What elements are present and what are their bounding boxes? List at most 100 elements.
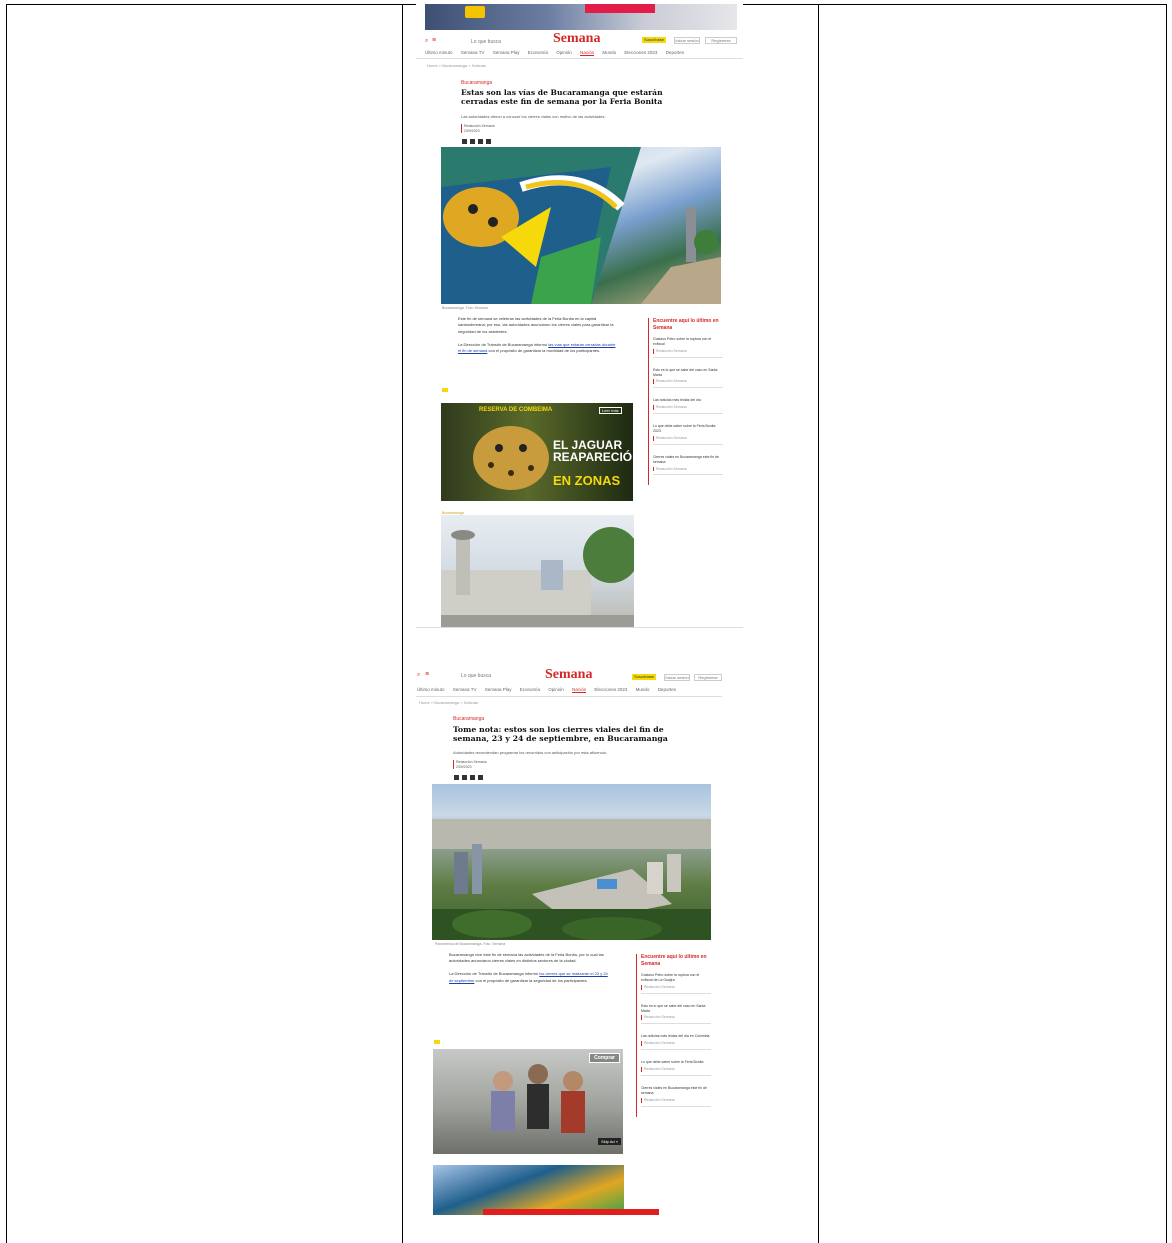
menu-item[interactable]: Economía: [528, 50, 548, 55]
menu-item[interactable]: Último minuto: [425, 50, 453, 55]
latest-news-sidebar: Encuentre aquí lo último en Semana Gusta…: [648, 318, 723, 486]
menu-item[interactable]: Nación: [572, 687, 587, 693]
menu-item[interactable]: Semana Play: [485, 687, 512, 692]
menu-item[interactable]: Mundo: [636, 687, 650, 692]
share-bar: [462, 139, 491, 144]
promo-headline: EL JAGUAR REAPARECIÓ: [553, 438, 633, 464]
promo-more-button[interactable]: Leer más: [599, 407, 622, 414]
video-frame-icon: [491, 1064, 585, 1133]
article-headline: Estas son las vías de Bucaramanga que es…: [461, 88, 663, 106]
promo-subheadline: EN ZONAS: [553, 473, 621, 488]
photo-caption: Bucaramanga. Foto: Semana: [442, 306, 488, 310]
column-divider-1: [402, 4, 403, 1243]
register-button[interactable]: Regístrese: [705, 37, 737, 44]
article-body: Este fin de semana se celebran las activ…: [458, 316, 616, 353]
menu-item[interactable]: Mundo: [602, 50, 616, 55]
next-article-photo[interactable]: [433, 1165, 624, 1215]
whatsapp-icon[interactable]: [470, 775, 475, 780]
jaguar-promo-image[interactable]: RESERVA DE COMBEIMA EL JAGUAR REAPARECIÓ…: [441, 403, 633, 501]
article-body: Bucaramanga vive este fin de semana las …: [449, 952, 608, 983]
sidebar-title: Encuentre aquí lo último en Semana: [641, 954, 707, 967]
site-logo[interactable]: Semana: [553, 31, 600, 47]
link-icon[interactable]: [478, 775, 483, 780]
latest-news-sidebar: Encuentre aquí lo último en Semana Gusta…: [636, 954, 711, 1117]
sidebar-title: Encuentre aquí lo último en Semana: [653, 318, 719, 331]
menu-item[interactable]: Deportes: [666, 50, 684, 55]
author-block: Redacción Semana 23/9/2023: [453, 760, 487, 770]
subscribe-button[interactable]: Suscríbase: [642, 37, 666, 43]
video-ad-player[interactable]: Comprar Skip Ad »: [433, 1049, 623, 1154]
ad-tag-icon: [442, 388, 448, 392]
city-aerial-icon: [432, 819, 711, 940]
bottom-sticky-bar[interactable]: [483, 1209, 659, 1215]
top-ad-banner[interactable]: [425, 4, 737, 30]
sidebar-item[interactable]: Esto es lo que se sabe del caso en Santa…: [641, 1004, 711, 1025]
breadcrumb[interactable]: Home > Bucaramanga > Noticias: [427, 63, 486, 68]
hamburger-icon[interactable]: ≡: [432, 37, 436, 44]
article-main-photo: [441, 147, 721, 304]
article-deck: Las autoridades dieron a conocer los cie…: [461, 114, 606, 119]
facebook-icon[interactable]: [462, 139, 467, 144]
promo-kicker: RESERVA DE COMBEIMA: [479, 407, 553, 413]
menu-item[interactable]: Elecciones 2023: [624, 50, 657, 55]
sidebar-item[interactable]: Esto es lo que se sabe del caso en Santa…: [653, 368, 723, 389]
login-button[interactable]: Iniciar sesión: [664, 674, 690, 681]
author-date: 23/9/2023: [464, 128, 480, 133]
sidebar-item[interactable]: Cierres viales en Bucaramanga este fin d…: [653, 455, 723, 476]
author-block: Redacción Semana 23/9/2023: [461, 124, 495, 134]
sidebar-item[interactable]: Cierres viales en Bucaramanga este fin d…: [641, 1086, 711, 1107]
site-logo[interactable]: Semana: [545, 667, 592, 683]
menu-item[interactable]: Semana TV: [453, 687, 477, 692]
ad-tag-icon: [434, 1040, 440, 1044]
mural-illustration-icon: [441, 147, 721, 304]
menu-item[interactable]: Opinión: [548, 687, 564, 692]
main-menu: Último minuto Semana TV Semana Play Econ…: [417, 687, 683, 693]
article-main-photo: [432, 784, 711, 940]
prison-building-icon: [441, 527, 634, 628]
search-icon[interactable]: ⌕: [425, 38, 428, 45]
article-deck: Autoridades recomiendan programar los re…: [453, 750, 607, 755]
search-input[interactable]: Lo que busca: [471, 39, 501, 45]
article-kicker[interactable]: Bucaramanga: [461, 80, 492, 86]
main-menu: Último minuto Semana TV Semana Play Econ…: [425, 50, 691, 56]
sidebar-item[interactable]: Gustavo Petro sobre la ruptura con el ex…: [641, 973, 711, 994]
twitter-icon[interactable]: [462, 775, 467, 780]
author-name[interactable]: Redacción Semana: [456, 760, 487, 765]
sidebar-item[interactable]: Gustavo Petro sobre la ruptura con el ex…: [653, 337, 723, 358]
search-icon[interactable]: ⌕: [417, 672, 420, 679]
subscribe-button[interactable]: Suscríbase: [632, 674, 656, 680]
menu-item[interactable]: Último minuto: [417, 687, 445, 692]
ad-cta-icon: [585, 4, 655, 13]
author-date: 23/9/2023: [456, 764, 472, 769]
article-kicker[interactable]: Bucaramanga: [453, 716, 484, 722]
menu-item[interactable]: Semana TV: [461, 50, 485, 55]
search-input[interactable]: Lo que busca: [461, 673, 491, 679]
ad-logo-icon: [465, 6, 485, 18]
menu-item[interactable]: Deportes: [658, 687, 676, 692]
sidebar-item[interactable]: Las noticias más leídas del día Redacción…: [653, 398, 723, 415]
link-icon[interactable]: [486, 139, 491, 144]
table-right-border: [1166, 4, 1167, 1243]
photo-caption: Panorámica de Bucaramanga. Foto: Semana: [435, 942, 506, 946]
video-buy-button[interactable]: Comprar: [589, 1053, 620, 1063]
menu-item[interactable]: Opinión: [556, 50, 572, 55]
article-screenshot-2: ⌕ ≡ Lo que busca Semana Suscríbase Inici…: [416, 663, 722, 1215]
skip-ad-button[interactable]: Skip Ad »: [598, 1138, 621, 1145]
table-left-border: [6, 4, 7, 1243]
facebook-icon[interactable]: [454, 775, 459, 780]
twitter-icon[interactable]: [470, 139, 475, 144]
menu-item[interactable]: Economía: [520, 687, 540, 692]
whatsapp-icon[interactable]: [478, 139, 483, 144]
breadcrumb[interactable]: Home > Bucaramanga > Noticias: [419, 700, 478, 705]
sidebar-item[interactable]: Lo que debe saber sobre la Feria Bonita …: [653, 424, 723, 445]
hamburger-icon[interactable]: ≡: [425, 671, 429, 678]
related-article-photo[interactable]: [441, 515, 634, 628]
sidebar-item[interactable]: Las noticias más leídas del día en Colom…: [641, 1034, 711, 1051]
sidebar-item[interactable]: Lo que debe saber sobre la Feria Bonita R…: [641, 1060, 711, 1076]
menu-item[interactable]: Semana Play: [493, 50, 520, 55]
menu-item[interactable]: Nación: [580, 50, 595, 56]
register-button[interactable]: Regístrese: [694, 674, 722, 681]
author-name[interactable]: Redacción Semana: [464, 124, 495, 129]
menu-item[interactable]: Elecciones 2023: [594, 687, 627, 692]
login-button[interactable]: Iniciar sesión: [674, 37, 700, 44]
